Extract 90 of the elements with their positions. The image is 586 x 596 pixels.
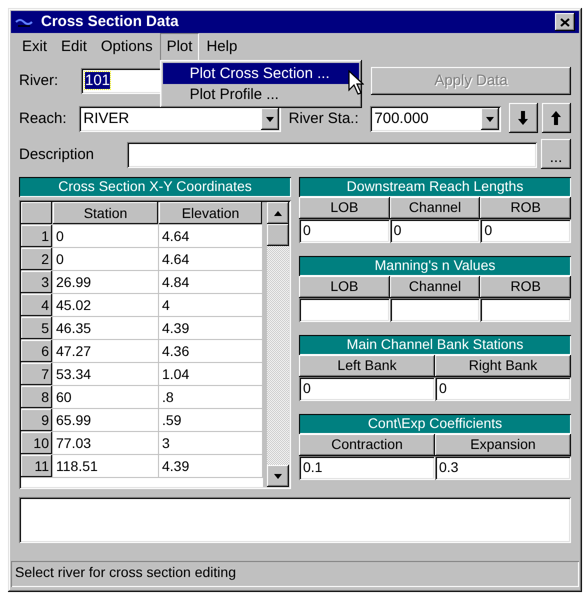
row-header: 4 (21, 294, 53, 317)
mouse-pointer-icon (348, 70, 364, 96)
input-field[interactable]: 0.3 (435, 456, 571, 480)
panel-header: Manning's n Values (299, 256, 571, 276)
table-cell[interactable]: 1.04 (159, 362, 263, 386)
row-header: 10 (21, 432, 53, 455)
scroll-down-icon (272, 471, 284, 481)
notes-field[interactable] (19, 497, 571, 543)
down-button[interactable] (508, 103, 538, 133)
column-header[interactable]: Station (53, 202, 159, 225)
table-cell[interactable]: 77.03 (53, 432, 159, 455)
table-cell[interactable]: 4.36 (159, 340, 263, 363)
table-cell[interactable]: 4.64 (159, 248, 263, 271)
panel-header: Downstream Reach Lengths (299, 177, 571, 197)
row-header: 11 (21, 454, 53, 478)
column-header: Contraction (299, 434, 435, 456)
column-header: LOB (299, 276, 390, 298)
column-header: LOB (299, 197, 390, 219)
reach-dropdown[interactable]: RIVER (79, 106, 281, 132)
row-header: 6 (21, 340, 53, 363)
input-field[interactable]: 0 (390, 219, 480, 243)
field-label: River Sta.: (288, 108, 360, 129)
menu-item[interactable]: Options (94, 32, 160, 62)
down-arrow-icon (517, 110, 530, 126)
description-field[interactable] (127, 142, 537, 168)
input-field[interactable]: 0 (299, 219, 390, 243)
table-cell[interactable]: .8 (159, 386, 263, 409)
menu-item[interactable]: Help (199, 32, 244, 62)
input-field[interactable]: 0 (435, 377, 571, 401)
column-header: Channel (390, 276, 480, 298)
table-cell[interactable]: 4.64 (159, 224, 263, 248)
table-cell[interactable]: 46.35 (53, 316, 159, 340)
table-cell[interactable]: 4.39 (159, 316, 263, 340)
close-button[interactable] (555, 13, 575, 31)
field-label: Reach: (19, 108, 68, 129)
column-header: Expansion (435, 434, 571, 456)
input-field[interactable]: 0.1 (299, 456, 435, 480)
panel-header: Main Channel Bank Stations (299, 335, 571, 355)
column-header: ROB (480, 276, 572, 298)
column-header: Channel (390, 197, 480, 219)
menu-item[interactable]: Exit (15, 32, 54, 62)
table-cell[interactable]: 65.99 (53, 408, 159, 432)
table-cell[interactable]: 118.51 (53, 454, 159, 478)
row-header: 3 (21, 270, 53, 294)
row-header: 5 (21, 316, 53, 340)
table-cell[interactable]: 4 (159, 294, 263, 317)
row-header: 7 (21, 362, 53, 386)
menu-item[interactable]: Edit (54, 32, 94, 62)
row-header: 2 (21, 248, 53, 271)
table-cell[interactable]: 0 (53, 224, 159, 248)
panel-header: Cont\Exp Coefficients (299, 414, 571, 434)
input-field[interactable]: 0 (480, 219, 572, 243)
column-header: Left Bank (299, 355, 435, 377)
window-title: Cross Section Data (41, 12, 180, 32)
table-cell[interactable]: 60 (53, 386, 159, 409)
table-cell[interactable]: .59 (159, 408, 263, 432)
input-field[interactable] (390, 298, 480, 322)
status-bar: Select river for cross section editing (11, 561, 579, 587)
table-cell[interactable]: 0 (53, 248, 159, 271)
column-header[interactable]: Elevation (159, 202, 263, 225)
window-icon (15, 16, 33, 28)
scroll-thumb[interactable] (267, 224, 289, 246)
station-dropdown[interactable]: 700.000 (370, 106, 501, 132)
table-cell[interactable]: 47.27 (53, 340, 159, 363)
panel-header: Cross Section X-Y Coordinates (19, 177, 291, 197)
menu-option[interactable]: Plot Cross Section ... (162, 63, 359, 84)
input-field[interactable] (480, 298, 572, 322)
input-field[interactable] (299, 298, 390, 322)
input-field[interactable]: 0 (299, 377, 435, 401)
dropdown-arrow-icon (264, 114, 276, 124)
table-cell[interactable]: 4.84 (159, 270, 263, 294)
row-header: 1 (21, 224, 53, 248)
up-button[interactable] (542, 103, 572, 133)
table-cell[interactable]: 45.02 (53, 294, 159, 317)
table-cell[interactable]: 4.39 (159, 454, 263, 478)
row-header: 9 (21, 408, 53, 432)
field-label: River: (19, 70, 60, 91)
dropdown-arrow-icon (484, 114, 496, 124)
table-cell[interactable]: 3 (159, 432, 263, 455)
up-arrow-icon (550, 110, 562, 126)
table-cell[interactable]: 53.34 (53, 362, 159, 386)
scrollbar[interactable] (267, 202, 289, 487)
field-label: Description (19, 144, 96, 165)
close-icon (560, 18, 570, 26)
column-header: ROB (480, 197, 572, 219)
column-header: Right Bank (435, 355, 571, 377)
browse-button[interactable]: ... (541, 139, 571, 169)
table-cell[interactable]: 26.99 (53, 270, 159, 294)
row-header: 8 (21, 386, 53, 409)
menu-option[interactable]: Plot Profile ... (162, 84, 359, 106)
